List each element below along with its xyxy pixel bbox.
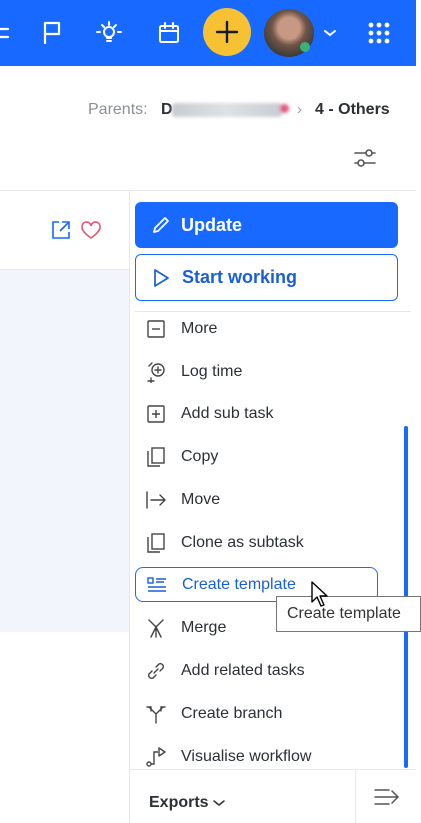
menu-item-label: Visualise workflow xyxy=(181,748,312,765)
menu-item-label: Move xyxy=(181,491,221,508)
filter-settings-icon[interactable] xyxy=(352,145,378,171)
menu-item-label: Log time xyxy=(181,363,243,380)
play-icon xyxy=(152,268,170,288)
menu-item-create-branch[interactable]: Create branch xyxy=(135,696,378,732)
menu-item-clone-as-subtask[interactable]: Clone as subtask xyxy=(135,525,378,561)
flag-icon[interactable] xyxy=(38,0,68,66)
menu-item-add-sub-task[interactable]: Add sub task xyxy=(135,396,378,432)
breadcrumb-label: Parents: xyxy=(88,101,148,118)
menu-item-label: Merge xyxy=(181,619,227,636)
menu-item-label: Copy xyxy=(181,448,219,465)
apps-grid-icon[interactable] xyxy=(364,0,394,66)
start-working-button[interactable]: Start working xyxy=(135,254,398,301)
plus-box-icon xyxy=(145,403,167,425)
menu-item-label: Add sub task xyxy=(181,405,274,422)
idea-bulb-icon[interactable] xyxy=(94,0,124,66)
mouse-cursor-icon xyxy=(310,580,330,608)
clone-icon xyxy=(145,532,167,554)
pencil-icon xyxy=(151,215,171,235)
calendar-icon[interactable] xyxy=(154,0,184,66)
menu-item-log-time[interactable]: Log time xyxy=(135,354,378,390)
chevron-down-icon xyxy=(212,799,225,807)
merge-icon xyxy=(145,617,167,639)
update-button[interactable]: Update xyxy=(135,202,398,248)
menu-item-label: More xyxy=(181,320,218,337)
start-working-label: Start working xyxy=(182,267,298,287)
link-icon xyxy=(145,660,167,682)
menu-icon[interactable] xyxy=(0,0,14,66)
redacted-emoji xyxy=(280,104,289,113)
minus-box-icon xyxy=(145,318,167,340)
heart-icon[interactable] xyxy=(80,220,102,240)
menu-item-move[interactable]: Move xyxy=(135,482,378,518)
menu-item-label: Create branch xyxy=(181,705,283,722)
top-navigation-bar xyxy=(0,0,416,66)
open-external-icon[interactable] xyxy=(50,219,72,241)
collapse-panel-button[interactable] xyxy=(355,770,417,823)
workflow-icon xyxy=(145,746,167,768)
menu-item-label: Clone as subtask xyxy=(181,534,304,551)
template-list-icon xyxy=(146,574,168,596)
task-row xyxy=(0,191,129,270)
exports-label: Exports xyxy=(149,794,209,811)
chevron-down-icon[interactable] xyxy=(320,0,340,66)
branch-icon xyxy=(145,703,167,725)
breadcrumb-parent-link[interactable]: D xyxy=(161,101,173,119)
move-arrow-icon xyxy=(145,489,167,511)
alarm-add-icon xyxy=(145,361,167,383)
breadcrumb-separator: › xyxy=(297,101,302,118)
menu-item-label: Add related tasks xyxy=(181,662,305,679)
redacted-parent-name xyxy=(172,103,282,117)
exports-dropdown[interactable]: Exports xyxy=(149,794,225,812)
content-area xyxy=(0,270,129,632)
collapse-panel-icon xyxy=(373,787,401,807)
copy-icon xyxy=(145,446,167,468)
menu-item-label: Create template xyxy=(182,575,296,593)
update-label: Update xyxy=(181,214,243,235)
add-button[interactable] xyxy=(203,8,251,56)
breadcrumb-current[interactable]: 4 - Others xyxy=(315,101,390,119)
menu-item-add-related-tasks[interactable]: Add related tasks xyxy=(135,653,378,689)
menu-item-more[interactable]: More xyxy=(135,311,378,347)
online-status-dot xyxy=(300,42,310,52)
tooltip: Create template xyxy=(276,596,421,632)
menu-item-copy[interactable]: Copy xyxy=(135,439,378,475)
